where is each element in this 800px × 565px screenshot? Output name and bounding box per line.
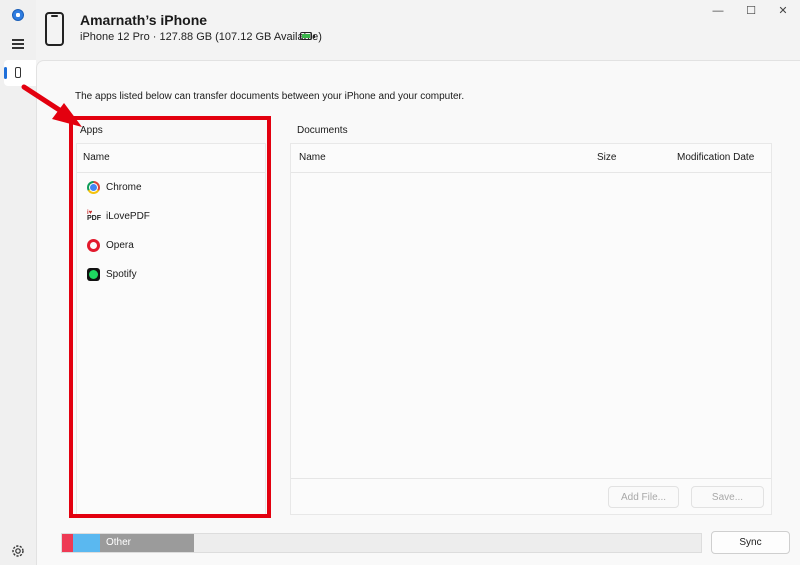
gear-icon[interactable] <box>10 543 26 559</box>
battery-icon <box>300 32 315 40</box>
save-button[interactable]: Save... <box>691 486 764 508</box>
storage-segment-red <box>62 534 73 552</box>
storage-bar: Other <box>61 533 702 553</box>
intro-text: The apps listed below can transfer docum… <box>75 91 465 102</box>
maximize-button[interactable]: ☐ <box>741 4 761 18</box>
hamburger-menu-icon[interactable] <box>12 39 24 49</box>
device-phone-icon <box>45 12 64 46</box>
sync-button[interactable]: Sync <box>711 531 790 554</box>
app-logo-icon <box>12 9 24 21</box>
documents-header: Name Size Modification Date <box>291 144 771 173</box>
spotify-icon <box>87 268 100 281</box>
phone-icon <box>15 67 21 78</box>
apps-column-name[interactable]: Name <box>77 144 265 173</box>
column-modification-date[interactable]: Modification Date <box>677 144 754 172</box>
apps-label: Apps <box>80 125 103 136</box>
nav-rail <box>0 0 36 565</box>
device-details: iPhone 12 Pro · 127.88 GB (107.12 GB Ava… <box>80 31 322 43</box>
documents-list: Name Size Modification Date Add File... … <box>290 143 772 515</box>
app-name: Spotify <box>106 269 137 280</box>
ilovepdf-icon-bottom: PDF <box>87 215 101 222</box>
chrome-icon <box>87 181 100 194</box>
column-size[interactable]: Size <box>597 144 616 172</box>
list-item-chrome[interactable]: Chrome <box>77 173 265 202</box>
list-item-ilovepdf[interactable]: i♥ PDF iLovePDF <box>77 202 265 231</box>
app-name: Opera <box>106 240 134 251</box>
sidebar-item-device[interactable] <box>4 60 36 86</box>
list-item-opera[interactable]: Opera <box>77 231 265 260</box>
close-button[interactable]: ✕ <box>773 4 793 18</box>
storage-segment-other: Other <box>100 534 194 552</box>
app-name: Chrome <box>106 182 142 193</box>
ilovepdf-icon: i♥ PDF <box>87 210 101 223</box>
column-name[interactable]: Name <box>299 144 326 172</box>
selected-indicator <box>4 67 7 79</box>
minimize-button[interactable]: — <box>708 4 728 18</box>
app-name: iLovePDF <box>106 211 150 222</box>
list-item-spotify[interactable]: Spotify <box>77 260 265 289</box>
apps-list: Name Chrome i♥ PDF iLovePDF Opera Spotify <box>76 143 266 515</box>
documents-label: Documents <box>297 125 348 136</box>
add-file-button[interactable]: Add File... <box>608 486 679 508</box>
device-name: Amarnath’s iPhone <box>80 12 208 28</box>
storage-segment-blue <box>73 534 100 552</box>
opera-icon <box>87 239 100 252</box>
